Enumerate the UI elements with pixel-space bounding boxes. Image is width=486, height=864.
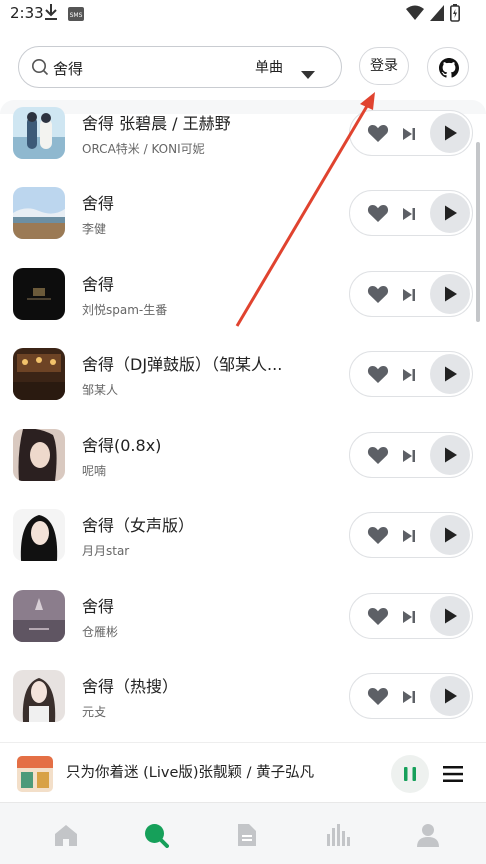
tab-search[interactable] [143, 822, 169, 848]
annotation-arrow [235, 92, 375, 327]
tab-charts[interactable] [325, 822, 351, 848]
home-icon [55, 825, 77, 846]
search-icon [145, 824, 169, 848]
tab-home[interactable] [53, 822, 79, 848]
tab-documents[interactable] [234, 822, 260, 848]
document-icon [238, 824, 256, 846]
chart-icon [327, 824, 350, 846]
now-playing-title: 只为你着迷 (Live版)张靓颖 / 黄子弘凡 [66, 765, 315, 781]
profile-icon [417, 824, 439, 847]
tab-profile[interactable] [415, 822, 441, 848]
pause-icon [404, 767, 416, 781]
pause-button[interactable] [391, 755, 429, 793]
mini-player[interactable]: 只为你着迷 (Live版)张靓颖 / 黄子弘凡 [0, 742, 486, 802]
now-playing-cover [17, 756, 53, 792]
bottom-tab-bar [0, 802, 486, 864]
playlist-menu-icon[interactable] [443, 765, 463, 787]
